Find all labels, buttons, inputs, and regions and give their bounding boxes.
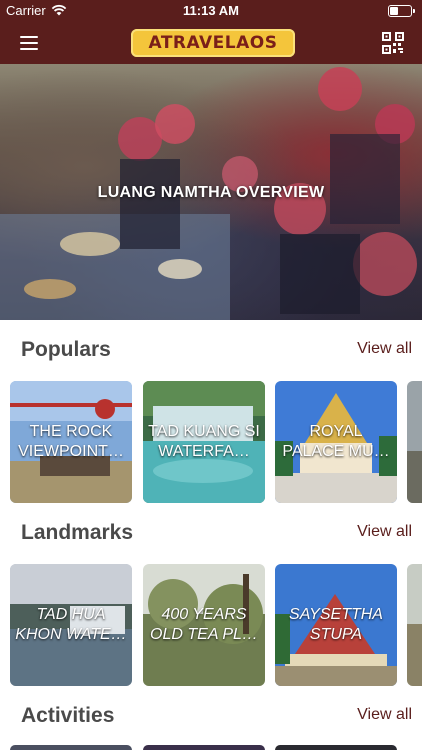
card-label: TAD HUA KHON WATE… <box>15 606 127 643</box>
section-title: Activities <box>21 704 115 727</box>
card-label: C <box>409 432 422 452</box>
view-all-landmarks-link[interactable]: View all <box>357 523 412 541</box>
place-card[interactable]: 400 YEARS OLD TEA PL… <box>143 564 265 686</box>
landmarks-card-row[interactable]: TAD HUA KHON WATE… 400 YEARS OLD TEA PL…… <box>10 564 422 688</box>
qr-code-icon[interactable] <box>382 32 404 54</box>
place-card[interactable]: SAYSETTHA STUPA <box>275 564 397 686</box>
place-card[interactable] <box>275 745 397 750</box>
card-label: ROYAL PALACE MU… <box>282 423 390 460</box>
clock: 11:13 AM <box>183 3 239 18</box>
populars-card-row[interactable]: THE ROCK VIEWPOINT… TAD KUANG SI WATERFA… <box>10 381 422 505</box>
card-label: SAYSETTHA STUPA <box>289 606 383 643</box>
place-card[interactable] <box>10 745 132 750</box>
status-bar: Carrier 11:13 AM <box>0 0 422 22</box>
nav-bar: ATRAVELAOS <box>0 22 422 64</box>
card-label: THE ROCK VIEWPOINT… <box>18 423 124 460</box>
card-label: I C <box>409 615 422 635</box>
hero-banner[interactable]: LUANG NAMTHA OVERVIEW <box>0 64 422 320</box>
card-label: 400 YEARS OLD TEA PL… <box>150 606 258 643</box>
place-card[interactable]: TAD HUA KHON WATE… <box>10 564 132 686</box>
app-logo: ATRAVELAOS <box>131 29 295 57</box>
place-card[interactable]: THE ROCK VIEWPOINT… <box>10 381 132 503</box>
section-title: Populars <box>21 338 111 361</box>
place-card[interactable]: TAD KUANG SI WATERFA… <box>143 381 265 503</box>
activities-card-row[interactable] <box>10 745 422 750</box>
card-label: TAD KUANG SI WATERFA… <box>148 423 260 460</box>
section-title: Landmarks <box>21 521 134 544</box>
hero-title: LUANG NAMTHA OVERVIEW <box>97 184 325 201</box>
place-card[interactable]: I C <box>407 564 422 686</box>
section-header-activities: Activities View all <box>0 704 422 734</box>
section-header-landmarks: Landmarks View all <box>0 521 422 551</box>
view-all-populars-link[interactable]: View all <box>357 340 412 358</box>
view-all-activities-link[interactable]: View all <box>357 706 412 724</box>
hamburger-menu-button[interactable] <box>18 31 42 53</box>
place-card[interactable]: C <box>407 381 422 503</box>
place-card[interactable]: ROYAL PALACE MU… <box>275 381 397 503</box>
battery-icon <box>388 5 415 17</box>
section-header-populars: Populars View all <box>0 338 422 368</box>
place-card[interactable] <box>143 745 265 750</box>
